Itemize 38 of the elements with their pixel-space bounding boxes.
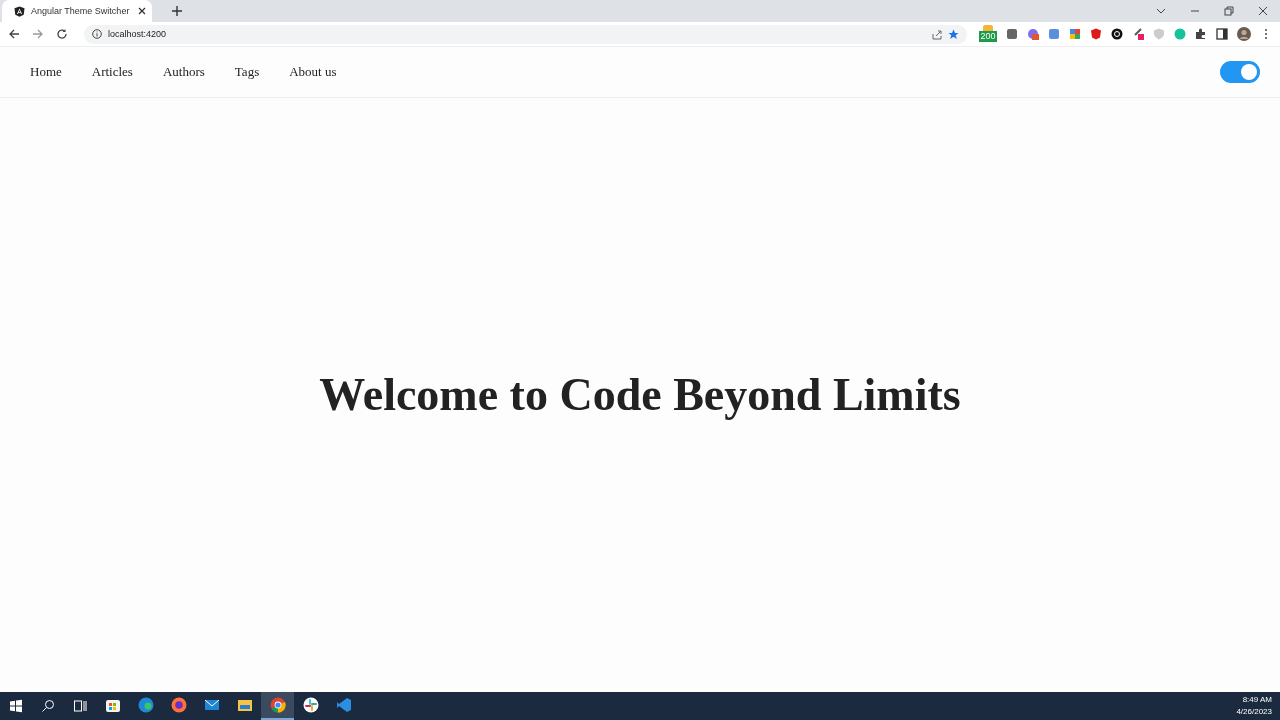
search-icon[interactable] bbox=[41, 699, 55, 713]
puzzle-piece-icon[interactable] bbox=[1195, 28, 1207, 40]
close-icon[interactable] bbox=[1258, 6, 1268, 16]
nav-link[interactable]: Articles bbox=[91, 64, 133, 80]
clock-date: 4/26/2023 bbox=[1236, 706, 1272, 718]
chevron-down-icon[interactable] bbox=[1156, 6, 1166, 16]
back-arrow-icon[interactable] bbox=[8, 28, 20, 40]
windows-start-icon[interactable] bbox=[9, 699, 23, 713]
extension-icon[interactable] bbox=[1111, 28, 1123, 40]
browser-tab[interactable]: Angular Theme Switcher bbox=[2, 0, 152, 22]
reload-icon[interactable] bbox=[56, 28, 68, 40]
theme-toggle[interactable] bbox=[1220, 61, 1260, 83]
close-icon[interactable] bbox=[138, 7, 146, 15]
nav-link[interactable]: Home bbox=[30, 64, 62, 80]
address-bar[interactable]: localhost:4200 bbox=[84, 24, 967, 44]
restore-icon[interactable] bbox=[1224, 6, 1234, 16]
task-view-icon[interactable] bbox=[73, 699, 87, 713]
side-panel-icon[interactable] bbox=[1216, 28, 1228, 40]
browser-logo-icon bbox=[268, 696, 287, 714]
angular-shield-icon[interactable] bbox=[1090, 28, 1102, 40]
page-heading: Welcome to Code Beyond Limits bbox=[319, 367, 961, 421]
bookmark-star-icon[interactable] bbox=[948, 28, 959, 40]
share-icon[interactable] bbox=[931, 28, 942, 40]
code-editor-icon bbox=[334, 696, 353, 714]
nav-link[interactable]: Authors bbox=[162, 64, 205, 80]
clock-time: 8:49 AM bbox=[1242, 694, 1272, 706]
info-icon bbox=[92, 29, 102, 39]
forward-arrow-icon[interactable] bbox=[32, 28, 44, 40]
clock[interactable]: 8:49 AM 4/26/2023 bbox=[1236, 692, 1280, 720]
extension-badge: 200 bbox=[979, 31, 997, 42]
new-tab-icon[interactable] bbox=[172, 6, 182, 16]
angular-logo-icon bbox=[14, 5, 25, 17]
url-text: localhost:4200 bbox=[108, 29, 168, 39]
tab-title: Angular Theme Switcher bbox=[31, 6, 131, 16]
nav-link[interactable]: About us bbox=[289, 64, 337, 80]
eyedropper-icon[interactable] bbox=[1132, 28, 1144, 40]
avatar-icon[interactable] bbox=[1237, 27, 1251, 41]
nav-link[interactable]: Tags bbox=[234, 64, 260, 80]
